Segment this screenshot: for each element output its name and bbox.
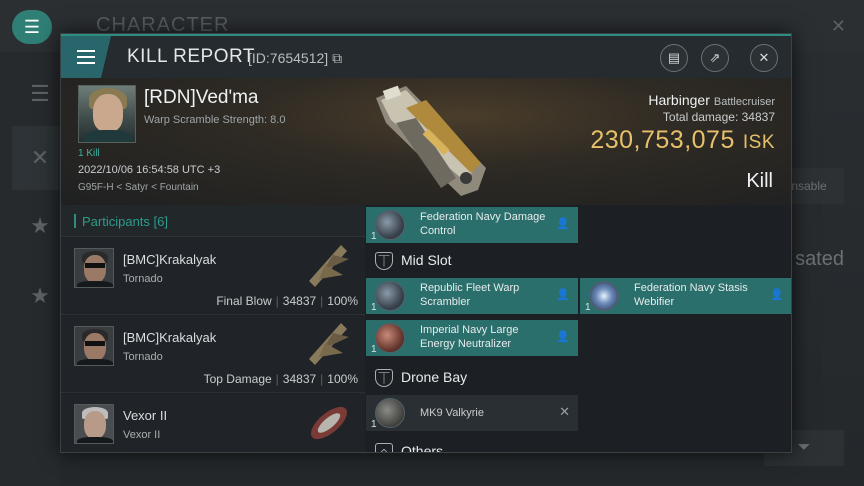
victim-portrait[interactable] — [78, 85, 136, 143]
participant-row[interactable]: [BMC]Krakalyak Tornado Final Blow | 34837 |… — [61, 238, 365, 315]
close-icon: ✕ — [758, 50, 770, 65]
participant-name: Vexor II — [123, 408, 168, 423]
victim-banner: [RDN]Ved'ma Warp Scramble Strength: 8.0 … — [61, 78, 791, 205]
module-name: MK9 Valkyrie — [420, 407, 484, 419]
close-button[interactable]: ✕ — [750, 44, 778, 72]
app-right-text: sated — [795, 248, 844, 270]
victim-name[interactable]: [RDN]Ved'ma — [144, 87, 259, 109]
participant-portrait[interactable] — [74, 248, 114, 288]
section-title: Mid Slot — [401, 252, 452, 268]
participant-ship: Tornado — [123, 351, 163, 363]
dialog-menu-button[interactable] — [61, 36, 111, 78]
kill-report-dialog: KILL REPORT [ID:7654512] ⧉ ▤ ⇗ ✕ [RDN]Ve… — [60, 33, 792, 453]
share-button[interactable]: ⇗ — [701, 44, 729, 72]
module-name: Federation Navy Stasis Webifier — [634, 282, 748, 308]
participant-ship-image[interactable] — [303, 319, 353, 369]
module-name: Federation Navy Damage Control — [420, 211, 546, 237]
person-icon: 👤 — [556, 289, 570, 301]
module-name: Imperial Navy Large Energy Neutralizer — [420, 324, 519, 350]
participant-stats: Top Damage | 34837 | 100% — [203, 372, 358, 386]
main-menu-button[interactable]: ☰ — [12, 10, 52, 44]
section-title: Drone Bay — [401, 369, 468, 385]
close-icon: ✕ — [559, 404, 570, 419]
participant-row[interactable]: [BMC]Krakalyak Tornado Top Damage | 34837 |… — [61, 316, 365, 393]
module-name: Republic Fleet Warp Scrambler — [420, 282, 520, 308]
participants-title: Participants [6] — [82, 214, 168, 229]
section-mid-slot: ⏉ Mid Slot — [366, 244, 791, 278]
participant-ship-image[interactable] — [303, 397, 353, 447]
participant-portrait[interactable] — [74, 404, 114, 444]
module-qty: 1 — [371, 231, 377, 242]
person-icon: 👤 — [770, 289, 784, 301]
ship-name[interactable]: Harbinger Battlecruiser — [648, 92, 775, 108]
participant-ship-image[interactable] — [303, 241, 353, 291]
app-close-icon[interactable]: ✕ — [831, 16, 846, 37]
dialog-title: KILL REPORT — [127, 46, 255, 67]
victim-kill-count: 1 Kill — [78, 148, 100, 159]
kill-datetime: 2022/10/06 16:54:58 UTC +3 — [78, 164, 221, 176]
clipboard-button[interactable]: ▤ — [660, 44, 688, 72]
participant-ship: Tornado — [123, 273, 163, 285]
participant-name: [BMC]Krakalyak — [123, 330, 217, 345]
app-sidebar: ☰ ✕ ★ ★ — [0, 52, 68, 486]
drone-icon — [375, 398, 405, 428]
warp-scramble-strength: Warp Scramble Strength: 8.0 — [144, 114, 286, 126]
dialog-header: KILL REPORT [ID:7654512] ⧉ ▤ ⇗ ✕ — [61, 34, 791, 78]
stasis-webifier-icon — [589, 281, 619, 311]
participants-panel: Participants [6] [BMC]Krakalyak Tornado … — [61, 205, 365, 452]
section-title: Others — [401, 443, 444, 453]
kill-location[interactable]: G95F-H < Satyr < Fountain — [78, 182, 199, 193]
participant-stats: Final Blow | 34837 | 100% — [216, 294, 358, 308]
participants-header[interactable]: Participants [6] — [61, 205, 365, 237]
module-qty: 1 — [371, 302, 377, 313]
module-item[interactable]: 1 Federation Navy Damage Control 👤 — [366, 207, 578, 243]
person-icon: 👤 — [556, 218, 570, 230]
copy-icon[interactable]: ⧉ — [332, 50, 342, 66]
section-drone-bay: ⏉ Drone Bay — [366, 361, 791, 395]
modules-panel: 1 Federation Navy Damage Control 👤 ⏉ Mid… — [366, 205, 791, 453]
module-item[interactable]: 1 Federation Navy Stasis Webifier 👤 — [580, 278, 791, 314]
module-qty: 1 — [371, 344, 377, 355]
total-damage: Total damage: 34837 — [662, 110, 775, 124]
module-item[interactable]: 1 MK9 Valkyrie ✕ — [366, 395, 578, 431]
shield-icon: ⏉ — [375, 252, 393, 270]
person-icon: 👤 — [556, 331, 570, 343]
clipboard-icon: ▤ — [667, 50, 681, 65]
ship-class: Battlecruiser — [713, 96, 775, 108]
damage-control-icon — [375, 210, 405, 240]
isk-value: 230,753,075 ISK — [590, 126, 775, 154]
warp-scrambler-icon — [375, 281, 405, 311]
participant-row[interactable]: Vexor II Vexor II — [61, 394, 365, 452]
result-label: Kill — [746, 170, 773, 192]
victim-ship-image[interactable] — [366, 78, 501, 203]
section-others: ◇ Others — [366, 435, 791, 453]
module-qty: 1 — [371, 419, 377, 430]
module-qty: 1 — [585, 302, 591, 313]
box-icon: ◇ — [375, 443, 393, 452]
module-item[interactable]: 1 Republic Fleet Warp Scrambler 👤 — [366, 278, 578, 314]
participant-portrait[interactable] — [74, 326, 114, 366]
participant-ship: Vexor II — [123, 429, 161, 441]
energy-neutralizer-icon — [375, 323, 405, 353]
shield-icon: ⏉ — [375, 369, 393, 387]
participant-name: [BMC]Krakalyak — [123, 252, 217, 267]
dialog-id[interactable]: [ID:7654512] ⧉ — [248, 50, 342, 67]
hamburger-icon — [77, 50, 95, 64]
module-item[interactable]: 1 Imperial Navy Large Energy Neutralizer… — [366, 320, 578, 356]
external-link-icon: ⇗ — [709, 50, 721, 65]
